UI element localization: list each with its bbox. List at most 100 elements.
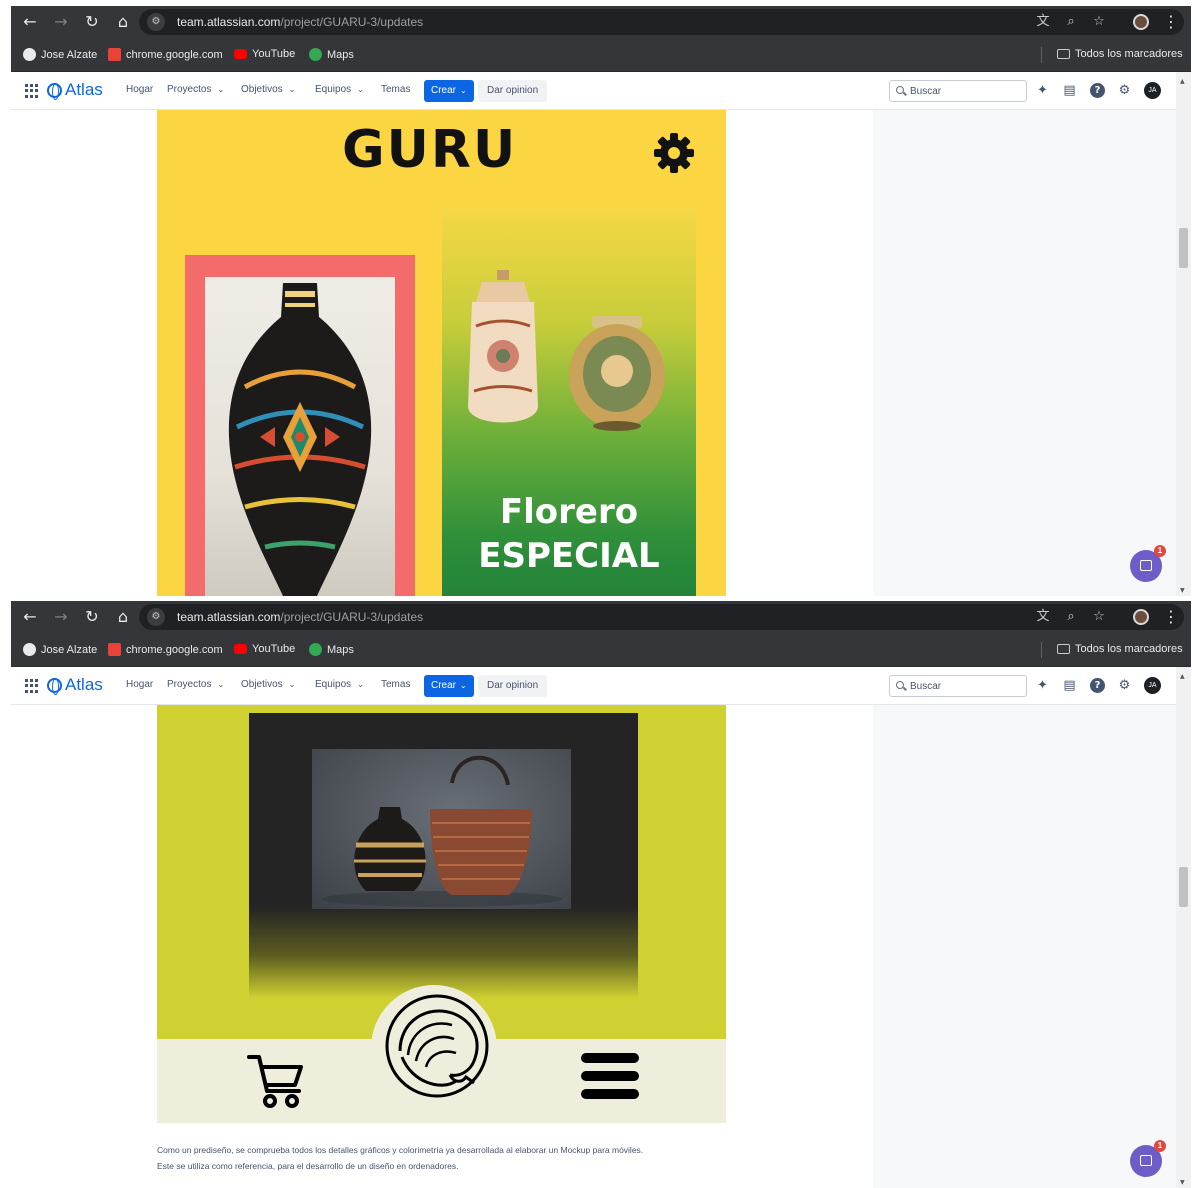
bookmark-maps[interactable]: Maps — [309, 643, 354, 656]
nav-hogar[interactable]: Hogar — [126, 679, 153, 690]
help-icon[interactable]: ? — [1090, 678, 1105, 693]
browser-menu-icon[interactable]: ⋮ — [1163, 11, 1179, 33]
browser-window-2: ← → ↻ ⌂ ⚙ team.atlassian.com/project/GUA… — [11, 601, 1191, 1188]
page-content: GURU Florero ESPECIAL — [11, 110, 1176, 596]
product-photo — [312, 749, 571, 909]
scrollbar-thumb[interactable] — [1179, 867, 1188, 907]
forward-arrow-icon[interactable]: → — [50, 11, 72, 33]
bookmark-star-icon[interactable]: ☆ — [1089, 608, 1109, 626]
settings-icon[interactable]: ⚙ — [1117, 83, 1132, 98]
page-scrollbar[interactable]: ▲ ▼ — [1176, 667, 1191, 1188]
scrollbar-thumb[interactable] — [1179, 228, 1188, 268]
nav-objetivos[interactable]: Objetivos ⌄ — [241, 679, 295, 690]
address-bar[interactable]: ⚙ team.atlassian.com/project/GUARU-3/upd… — [139, 604, 1184, 630]
search-icon — [896, 86, 904, 94]
reload-icon[interactable]: ↻ — [81, 606, 103, 628]
nav-proyectos[interactable]: Proyectos ⌄ — [167, 84, 224, 95]
notifications-icon[interactable]: ✦ — [1035, 83, 1050, 98]
home-icon[interactable]: ⌂ — [112, 11, 134, 33]
scroll-up-icon[interactable]: ▲ — [1180, 673, 1185, 680]
bookmark-maps[interactable]: Maps — [309, 48, 354, 61]
atlas-logo[interactable]: Atlas — [47, 80, 103, 100]
nav-equipos[interactable]: Equipos ⌄ — [315, 679, 364, 690]
reload-icon[interactable]: ↻ — [81, 11, 103, 33]
scroll-down-icon[interactable]: ▼ — [1180, 1179, 1185, 1186]
create-button[interactable]: Crear ⌄ — [424, 80, 474, 102]
feedback-button[interactable]: Dar opinion — [478, 80, 548, 102]
notification-badge: 1 — [1154, 1140, 1166, 1152]
armadillo-logo-icon — [385, 994, 489, 1098]
update-description: Como un prediseño, se comprueba todos lo… — [157, 1142, 777, 1174]
profile-avatar[interactable] — [1133, 609, 1149, 625]
whats-new-icon[interactable]: ▤ — [1062, 83, 1077, 98]
back-arrow-icon[interactable]: ← — [19, 606, 41, 628]
search-input[interactable]: Buscar — [889, 80, 1027, 102]
atlas-logo[interactable]: Atlas — [47, 675, 103, 695]
user-avatar[interactable]: JA — [1144, 82, 1161, 99]
scroll-up-icon[interactable]: ▲ — [1180, 78, 1185, 85]
promo-headline-line2: ESPECIAL — [478, 536, 660, 576]
browser-window-1: ← → ↻ ⌂ ⚙ team.atlassian.com/project/GUA… — [11, 6, 1191, 596]
hamburger-menu-icon — [581, 1053, 639, 1105]
description-line-1: Como un prediseño, se comprueba todos lo… — [157, 1145, 644, 1155]
folder-icon — [1057, 644, 1070, 654]
user-avatar[interactable]: JA — [1144, 677, 1161, 694]
create-button[interactable]: Crear ⌄ — [424, 675, 474, 697]
site-settings-icon[interactable]: ⚙ — [147, 13, 165, 31]
chevron-down-icon: ⌄ — [217, 85, 225, 94]
url-text[interactable]: team.atlassian.com/project/GUARU-3/updat… — [177, 15, 423, 29]
profile-avatar[interactable] — [1133, 14, 1149, 30]
folder-icon — [1057, 49, 1070, 59]
site-settings-icon[interactable]: ⚙ — [147, 608, 165, 626]
chat-icon — [1140, 560, 1152, 571]
feedback-chat-button[interactable]: 1 — [1130, 1140, 1166, 1177]
search-icon — [896, 681, 904, 689]
cart-icon — [247, 1055, 303, 1108]
help-icon[interactable]: ? — [1090, 83, 1105, 98]
right-panel — [873, 705, 1176, 1188]
browser-toolbar: ← → ↻ ⌂ ⚙ team.atlassian.com/project/GUA… — [11, 6, 1191, 38]
bookmark-chrome-store[interactable]: chrome.google.com — [108, 643, 223, 656]
app-switcher-icon[interactable] — [25, 84, 39, 98]
nav-hogar[interactable]: Hogar — [126, 84, 153, 95]
zoom-icon[interactable]: ⌕ — [1061, 608, 1081, 626]
feedback-chat-button[interactable]: 1 — [1130, 545, 1166, 582]
address-bar[interactable]: ⚙ team.atlassian.com/project/GUARU-3/upd… — [139, 9, 1184, 35]
bookmark-jose-alzate[interactable]: Jose Alzate — [23, 643, 97, 656]
url-text[interactable]: team.atlassian.com/project/GUARU-3/updat… — [177, 610, 423, 624]
nav-objetivos[interactable]: Objetivos ⌄ — [241, 84, 295, 95]
back-arrow-icon[interactable]: ← — [19, 11, 41, 33]
nav-temas[interactable]: Temas — [381, 679, 410, 690]
all-bookmarks-folder[interactable]: Todos los marcadores — [1057, 48, 1183, 60]
zoom-icon[interactable]: ⌕ — [1061, 13, 1081, 31]
nav-proyectos[interactable]: Proyectos ⌄ — [167, 679, 224, 690]
search-input[interactable]: Buscar — [889, 675, 1027, 697]
notifications-icon[interactable]: ✦ — [1035, 678, 1050, 693]
chevron-down-icon: ⌄ — [288, 680, 296, 689]
page-scrollbar[interactable]: ▲ ▼ — [1176, 72, 1191, 596]
chat-icon — [1140, 1155, 1152, 1166]
whats-new-icon[interactable]: ▤ — [1062, 678, 1077, 693]
nav-equipos[interactable]: Equipos ⌄ — [315, 84, 364, 95]
settings-icon[interactable]: ⚙ — [1117, 678, 1132, 693]
all-bookmarks-folder[interactable]: Todos los marcadores — [1057, 643, 1183, 655]
bookmark-jose-alzate[interactable]: Jose Alzate — [23, 48, 97, 61]
translate-icon[interactable]: 文 — [1033, 13, 1053, 31]
bookmark-star-icon[interactable]: ☆ — [1089, 13, 1109, 31]
chevron-down-icon: ⌄ — [460, 681, 467, 690]
scroll-down-icon[interactable]: ▼ — [1180, 587, 1185, 594]
bookmark-chrome-store[interactable]: chrome.google.com — [108, 48, 223, 61]
browser-menu-icon[interactable]: ⋮ — [1163, 606, 1179, 628]
browser-toolbar: ← → ↻ ⌂ ⚙ team.atlassian.com/project/GUA… — [11, 601, 1191, 633]
forward-arrow-icon[interactable]: → — [50, 606, 72, 628]
nav-temas[interactable]: Temas — [381, 84, 410, 95]
bookmarks-divider — [1041, 47, 1042, 63]
bookmark-youtube[interactable]: YouTube — [234, 643, 295, 655]
bookmark-youtube[interactable]: YouTube — [234, 48, 295, 60]
mobile-mockup-image: GURU Florero ESPECIAL — [157, 110, 726, 596]
feedback-button[interactable]: Dar opinion — [478, 675, 548, 697]
home-icon[interactable]: ⌂ — [112, 606, 134, 628]
translate-icon[interactable]: 文 — [1033, 608, 1053, 626]
atlas-header: Atlas Hogar Proyectos ⌄ Objetivos ⌄ Equipo… — [11, 72, 1176, 110]
app-switcher-icon[interactable] — [25, 679, 39, 693]
